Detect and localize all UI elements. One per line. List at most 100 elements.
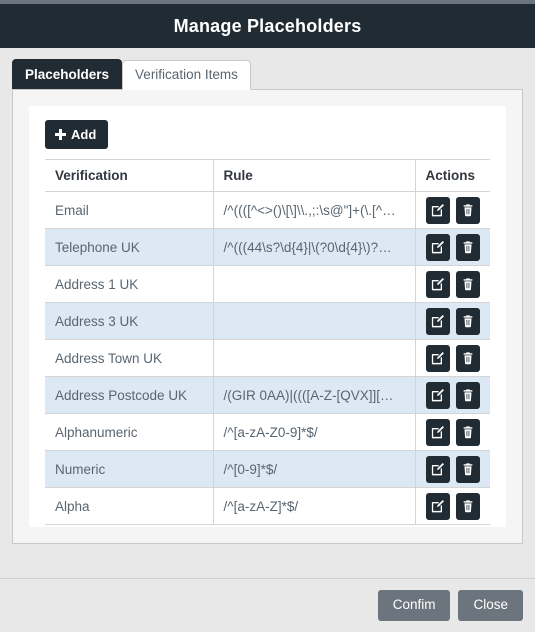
- cell-actions: [415, 265, 490, 303]
- delete-row-button[interactable]: [455, 233, 480, 261]
- cell-rule: /^(((44\s?\d{4}|\(?0\d{4}\)?…: [212, 228, 416, 266]
- trash-icon: [461, 277, 475, 292]
- table-body: Email/^((([^<>()\[\]\\.,;:\s@"]+(\.[^… Te…: [45, 191, 490, 525]
- cell-verification: Email: [45, 191, 213, 229]
- cell-actions: [415, 302, 490, 340]
- column-header-verification: Verification: [45, 159, 213, 192]
- cell-verification: Address Town UK: [45, 339, 213, 377]
- action-buttons: [425, 270, 480, 298]
- edit-icon: [430, 388, 445, 403]
- edit-row-button[interactable]: [425, 344, 450, 372]
- cell-rule: [212, 265, 416, 303]
- cell-actions: [415, 376, 490, 414]
- cell-actions: [415, 339, 490, 377]
- delete-row-button[interactable]: [455, 344, 480, 372]
- table-head: Verification Rule Actions: [45, 159, 490, 192]
- edit-row-button[interactable]: [425, 492, 450, 520]
- cell-rule: /(GIR 0AA)|((([A-Z-[QVX]][…: [212, 376, 416, 414]
- tab-verification-items[interactable]: Verification Items: [122, 60, 251, 90]
- table-header-row: Verification Rule Actions: [45, 159, 490, 192]
- cell-actions: [415, 413, 490, 451]
- action-buttons: [425, 455, 480, 483]
- table-row: Address Postcode UK/(GIR 0AA)|((([A-Z-[Q…: [45, 376, 490, 414]
- edit-row-button[interactable]: [425, 418, 450, 446]
- table-row: Address 1 UK: [45, 265, 490, 303]
- edit-row-button[interactable]: [425, 233, 450, 261]
- edit-icon: [430, 462, 445, 477]
- verification-items-card: Add Verification Rule Actions Email/^(((…: [29, 106, 506, 527]
- confirm-button[interactable]: Confim: [377, 590, 451, 621]
- tab-placeholders[interactable]: Placeholders: [12, 59, 123, 89]
- trash-icon: [461, 240, 475, 255]
- cell-actions: [415, 487, 490, 525]
- table-row: Alpha/^[a-zA-Z]*$/: [45, 487, 490, 525]
- edit-row-button[interactable]: [425, 196, 450, 224]
- cell-rule: /^[0-9]*$/: [212, 450, 416, 488]
- cell-rule: /^[a-zA-Z]*$/: [212, 487, 416, 525]
- edit-row-button[interactable]: [425, 270, 450, 298]
- action-buttons: [425, 233, 480, 261]
- table-row: Address 3 UK: [45, 302, 490, 340]
- trash-icon: [461, 425, 475, 440]
- cell-actions: [415, 228, 490, 266]
- trash-icon: [461, 203, 475, 218]
- delete-row-button[interactable]: [455, 270, 480, 298]
- action-buttons: [425, 307, 480, 335]
- trash-icon: [461, 314, 475, 329]
- tab-placeholders-label: Placeholders: [25, 66, 110, 82]
- page-title: Manage Placeholders: [173, 15, 362, 36]
- cell-verification: Address 1 UK: [45, 265, 213, 303]
- table-row: Numeric/^[0-9]*$/: [45, 450, 490, 488]
- edit-row-button[interactable]: [425, 455, 450, 483]
- edit-icon: [430, 351, 445, 366]
- cell-verification: Numeric: [45, 450, 213, 488]
- modal-footer: Confim Close: [0, 578, 535, 632]
- edit-row-button[interactable]: [425, 381, 450, 409]
- cell-rule: [212, 302, 416, 340]
- trash-icon: [461, 351, 475, 366]
- action-buttons: [425, 492, 480, 520]
- modal-header: Manage Placeholders: [0, 4, 535, 48]
- cell-rule: /^[a-zA-Z0-9]*$/: [212, 413, 416, 451]
- delete-row-button[interactable]: [455, 307, 480, 335]
- add-button[interactable]: Add: [45, 120, 109, 149]
- delete-row-button[interactable]: [455, 196, 480, 224]
- cell-actions: [415, 191, 490, 229]
- edit-icon: [430, 203, 445, 218]
- table-row: Email/^((([^<>()\[\]\\.,;:\s@"]+(\.[^…: [45, 191, 490, 229]
- cell-verification: Alphanumeric: [45, 413, 213, 451]
- manage-placeholders-modal: Manage Placeholders Placeholders Verific…: [0, 0, 535, 632]
- column-header-actions: Actions: [415, 159, 490, 192]
- trash-icon: [461, 462, 475, 477]
- cell-rule: /^((([^<>()\[\]\\.,;:\s@"]+(\.[^…: [212, 191, 416, 229]
- edit-icon: [430, 499, 445, 514]
- column-header-rule: Rule: [212, 159, 416, 192]
- plus-icon: [55, 129, 66, 140]
- add-button-label: Add: [71, 127, 97, 142]
- cell-verification: Telephone UK: [45, 228, 213, 266]
- edit-row-button[interactable]: [425, 307, 450, 335]
- cell-verification: Address Postcode UK: [45, 376, 213, 414]
- cell-verification: Address 3 UK: [45, 302, 213, 340]
- delete-row-button[interactable]: [455, 381, 480, 409]
- verification-items-table: Verification Rule Actions Email/^((([^<>…: [45, 159, 490, 525]
- edit-icon: [430, 240, 445, 255]
- cell-verification: Alpha: [45, 487, 213, 525]
- table-row: Address Town UK: [45, 339, 490, 377]
- action-buttons: [425, 196, 480, 224]
- close-button[interactable]: Close: [458, 590, 523, 621]
- tab-bar: Placeholders Verification Items: [12, 59, 523, 90]
- delete-row-button[interactable]: [455, 492, 480, 520]
- delete-row-button[interactable]: [455, 455, 480, 483]
- trash-icon: [461, 499, 475, 514]
- edit-icon: [430, 425, 445, 440]
- table-row: Alphanumeric/^[a-zA-Z0-9]*$/: [45, 413, 490, 451]
- tab-panel-verification-items: Add Verification Rule Actions Email/^(((…: [12, 89, 523, 544]
- delete-row-button[interactable]: [455, 418, 480, 446]
- modal-body: Placeholders Verification Items Add Veri…: [0, 48, 535, 579]
- action-buttons: [425, 381, 480, 409]
- trash-icon: [461, 388, 475, 403]
- action-buttons: [425, 418, 480, 446]
- table-row: Telephone UK/^(((44\s?\d{4}|\(?0\d{4}\)?…: [45, 228, 490, 266]
- edit-icon: [430, 277, 445, 292]
